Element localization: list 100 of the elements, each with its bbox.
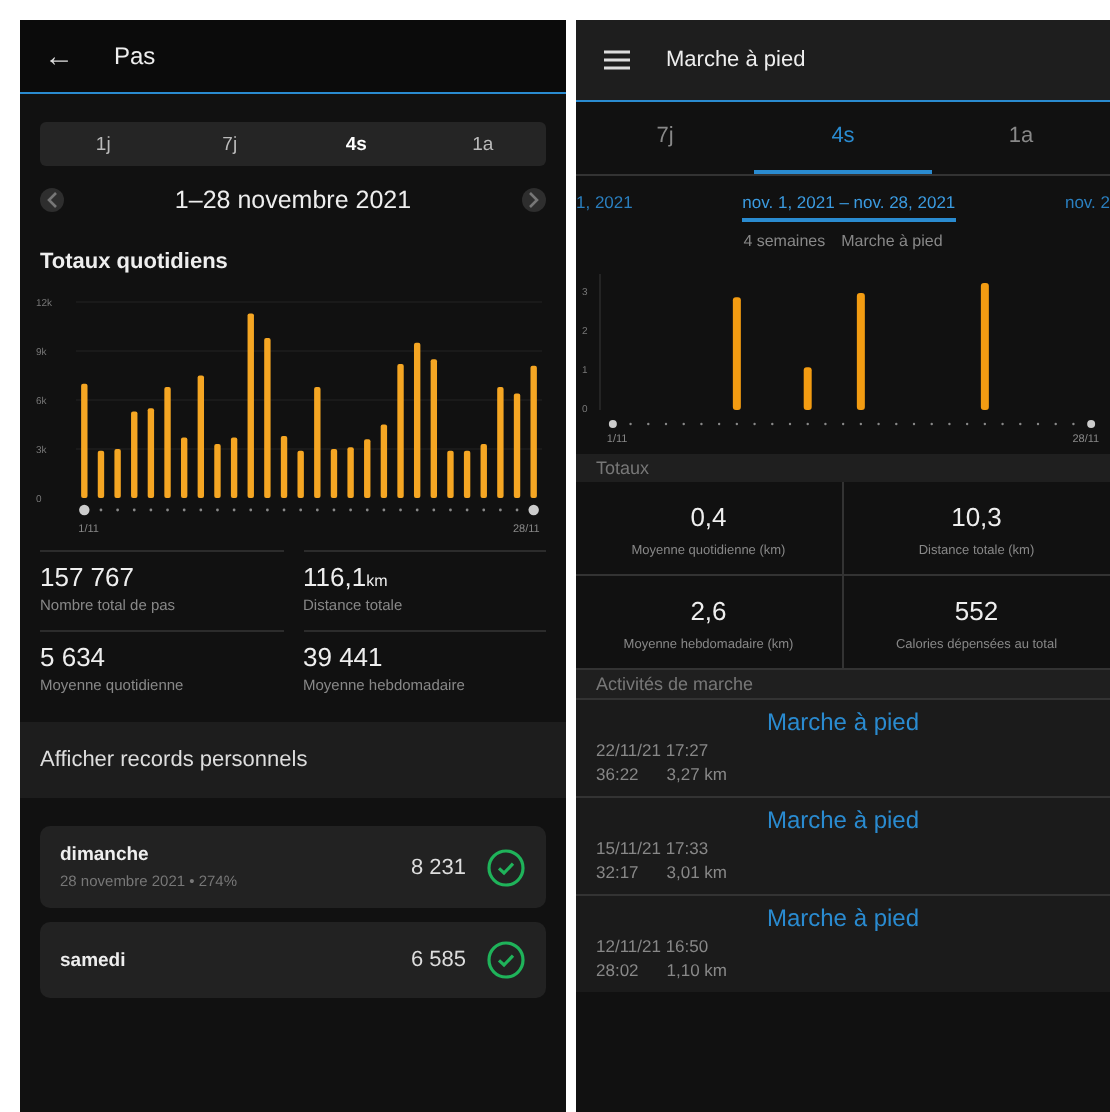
total-value: 552 (954, 596, 999, 626)
section-title: Totaux quotidiens (40, 250, 230, 274)
check-circle-icon (486, 847, 526, 887)
total-value: 0,4 (690, 502, 727, 532)
bar (97, 450, 105, 498)
section-header: Activités de marche (576, 670, 1110, 698)
axis-dot (149, 508, 153, 512)
bar (397, 364, 404, 498)
record-card[interactable]: samedi 6 585 (40, 922, 546, 998)
bar (214, 444, 221, 498)
bar (131, 411, 138, 498)
activity-title: Marche à pied (766, 904, 920, 932)
back-button[interactable]: ← (44, 39, 74, 73)
axis-dot (349, 508, 352, 512)
chevron-right-icon (528, 192, 540, 208)
bar (81, 383, 88, 498)
axis-dot (382, 508, 386, 512)
activity-duration: 32:17 (596, 862, 639, 882)
bar (856, 293, 865, 410)
period-tab[interactable]: 1a (932, 102, 1110, 174)
bar (732, 297, 741, 410)
chart-subtitle: 4 semaines (743, 232, 826, 250)
period-tab[interactable]: 1a (419, 122, 546, 166)
bar (164, 386, 171, 498)
axis-dot (465, 508, 469, 512)
axis-dot (399, 508, 402, 512)
bar (347, 447, 354, 498)
bar (280, 435, 288, 498)
bar (530, 365, 537, 498)
axis-dot (415, 508, 419, 512)
axis-dot (282, 508, 286, 512)
period-tab[interactable]: 4s (293, 122, 420, 166)
previous-button[interactable] (40, 188, 64, 212)
activity-datetime: 12/11/21 16:50 (596, 936, 711, 956)
total-value: 10,3 (951, 502, 1002, 532)
period-tab[interactable]: 7j (166, 122, 293, 166)
axis-dot (216, 508, 219, 512)
stat-value: 157 767 (40, 562, 136, 592)
stat-value: 116,1km (303, 562, 390, 592)
axis-endpoint-dot (528, 504, 539, 516)
bar (314, 386, 321, 498)
activity-duration: 28:02 (596, 960, 639, 980)
axis-dot (299, 508, 303, 512)
axis-dot (132, 508, 136, 512)
period-tab[interactable]: 7j (576, 102, 754, 174)
activity-title: Marche à pied (766, 708, 920, 736)
screen-title: Pas (114, 42, 156, 70)
axis-dot (166, 508, 169, 512)
period-tab[interactable]: 1j (40, 122, 167, 166)
activity-item[interactable]: Marche à pied 15/11/21 17:33 32:17 3,01 km (576, 796, 1110, 894)
chevron-left-icon (46, 192, 58, 208)
activity-distance: 3,01 km (666, 862, 728, 882)
bar (114, 449, 121, 498)
bar (297, 450, 304, 498)
axis-dot (499, 508, 502, 512)
axis-dot (432, 508, 436, 512)
activity-datetime: 15/11/21 17:33 (596, 838, 711, 858)
axis-dot (199, 508, 203, 512)
axis-dot (515, 508, 519, 512)
previous-range[interactable]: 1, 2021 (576, 192, 633, 212)
bar (380, 424, 388, 498)
bar (447, 450, 454, 498)
activity-distance: 3,27 km (666, 764, 728, 784)
axis-dot (332, 508, 336, 512)
axis-dot (249, 508, 253, 512)
axis-dot (315, 508, 319, 512)
bar (147, 408, 155, 498)
activity-title: Marche à pied (766, 806, 920, 834)
axis-dot (116, 508, 119, 512)
chart-subtitle: Marche à pied (841, 232, 943, 250)
bar (181, 437, 188, 498)
axis-dot (449, 508, 452, 512)
record-day: samedi (60, 949, 391, 971)
activity-item[interactable]: Marche à pied 22/11/21 17:27 36:22 3,27 km (576, 698, 1110, 796)
date-range: 1–28 novembre 2021 (174, 186, 412, 214)
total-value: 2,6 (690, 596, 727, 626)
bar (480, 444, 487, 498)
axis-dot (482, 508, 486, 512)
activity-datetime: 22/11/21 17:27 (596, 740, 711, 760)
screen-title: Marche à pied (666, 48, 806, 72)
bar (364, 439, 371, 498)
axis-dot (365, 508, 369, 512)
period-tab[interactable]: 4s (754, 102, 932, 174)
records-link[interactable]: Afficher records personnels (20, 722, 566, 798)
activity-distance: 1,10 km (666, 960, 728, 980)
axis-endpoint-dot (1087, 420, 1096, 428)
axis-dot (232, 508, 236, 512)
next-range[interactable]: nov. 2 (1064, 192, 1110, 212)
axis-dot (99, 508, 103, 512)
bar (230, 437, 238, 498)
next-button[interactable] (522, 188, 546, 212)
bar (197, 375, 204, 498)
activity-item[interactable]: Marche à pied 12/11/21 16:50 28:02 1,10 km (576, 894, 1110, 992)
axis-endpoint-dot (79, 504, 90, 516)
check-circle-icon (486, 940, 526, 980)
axis-dot (182, 508, 186, 512)
menu-button[interactable] (604, 50, 630, 70)
current-range[interactable]: nov. 1, 2021 – nov. 28, 2021 (742, 183, 956, 221)
axis-dot (266, 508, 269, 512)
section-header: Totaux (576, 454, 1110, 482)
